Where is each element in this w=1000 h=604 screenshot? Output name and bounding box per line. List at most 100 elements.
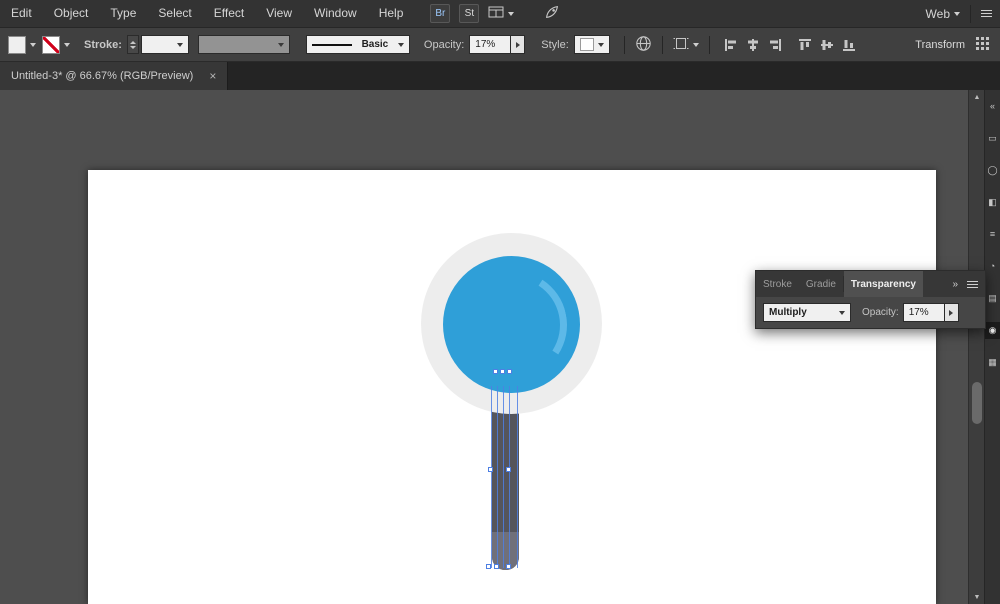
align-horizontal-right-button[interactable]: [764, 34, 786, 56]
scroll-up-button[interactable]: ▲: [969, 90, 985, 104]
chevron-down-icon: [30, 42, 36, 47]
menu-item-view[interactable]: View: [255, 0, 303, 27]
flyout-arrow-icon: [515, 41, 520, 48]
graphic-style-dropdown[interactable]: [573, 35, 610, 54]
align-vertical-top-button[interactable]: [794, 34, 816, 56]
selection-guide-line: [491, 386, 492, 568]
stepper-up-icon: [129, 40, 136, 44]
tab-gradient[interactable]: Gradie: [799, 271, 843, 297]
dock-panel-icon-1[interactable]: ▭: [985, 130, 1000, 147]
scroll-down-button[interactable]: ▼: [969, 590, 985, 604]
dock-panel-icon-3[interactable]: ◧: [985, 194, 1000, 211]
panel-opacity-input[interactable]: [902, 303, 945, 322]
divider: [623, 35, 625, 54]
dock-panel-icon-4[interactable]: ≡: [985, 226, 1000, 243]
artboard-options-button[interactable]: [673, 36, 699, 54]
selection-handle[interactable]: [506, 564, 511, 569]
selection-handle[interactable]: [488, 467, 493, 472]
menu-item-type[interactable]: Type: [99, 0, 147, 27]
selection-handle[interactable]: [507, 369, 512, 374]
selection-guide-line: [517, 386, 518, 568]
divider: [970, 4, 971, 23]
panel-icon-dock: « ▭ ◯ ◧ ≡ ◔ ▤ ◉ ▦: [984, 90, 1000, 604]
opacity-input[interactable]: [469, 35, 512, 54]
expand-dock-icon[interactable]: «: [985, 98, 1000, 115]
tab-transparency[interactable]: Transparency: [843, 271, 923, 297]
style-label: Style:: [541, 38, 569, 51]
document-setup-globe-icon[interactable]: [635, 35, 652, 55]
flyout-arrow-icon: [949, 309, 954, 316]
blend-mode-value: Multiply: [769, 307, 807, 318]
dock-panel-icon-8[interactable]: ▦: [985, 354, 1000, 371]
stock-button[interactable]: St: [459, 4, 480, 23]
scrollbar-thumb[interactable]: [972, 382, 982, 424]
collapse-panel-icon[interactable]: »: [952, 279, 958, 290]
arrange-documents-button[interactable]: [488, 6, 515, 21]
selection-guide-line: [503, 386, 504, 568]
fill-color-dropdown[interactable]: [8, 35, 36, 54]
transform-grid-icon[interactable]: [975, 36, 990, 54]
dock-panel-icon-2[interactable]: ◯: [985, 162, 1000, 179]
menu-item-edit[interactable]: Edit: [0, 0, 43, 27]
variable-width-profile-dropdown[interactable]: [197, 35, 290, 54]
gpu-performance-icon[interactable]: [545, 5, 559, 22]
align-vertical-center-button[interactable]: [816, 34, 838, 56]
dock-panel-icon-5[interactable]: ◔: [985, 258, 1000, 275]
stroke-none-swatch-icon: [42, 35, 60, 54]
stepper-down-icon: [129, 45, 136, 49]
opacity-flyout-button[interactable]: [511, 35, 526, 54]
workspace-label: Web: [925, 6, 950, 21]
arrange-documents-icon: [488, 6, 504, 21]
stroke-weight-stepper[interactable]: [126, 35, 139, 54]
dock-panel-icon-transparency[interactable]: ◉: [984, 322, 1000, 339]
chevron-down-icon: [397, 42, 404, 47]
selection-guide-line: [509, 386, 510, 568]
transform-cluster: Transform: [915, 36, 1000, 54]
document-tab-bar: Untitled-3* @ 66.67% (RGB/Preview) ×: [0, 62, 1000, 90]
menu-item-help[interactable]: Help: [368, 0, 415, 27]
brush-name: Basic: [361, 39, 389, 50]
blend-mode-dropdown[interactable]: Multiply: [763, 303, 851, 322]
brush-definition-dropdown[interactable]: Basic: [305, 35, 410, 54]
panel-opacity-flyout-button[interactable]: [944, 303, 959, 322]
vertical-scrollbar[interactable]: ▲ ▼: [968, 90, 984, 604]
transparency-panel: Stroke Gradie Transparency » Multiply Op…: [755, 270, 986, 329]
close-tab-icon[interactable]: ×: [209, 70, 216, 82]
bridge-button[interactable]: Br: [430, 4, 451, 23]
divider: [661, 35, 663, 54]
dock-panel-icon-6[interactable]: ▤: [985, 290, 1000, 307]
canvas-workspace[interactable]: Stroke Gradie Transparency » Multiply Op…: [0, 90, 1000, 604]
opacity-label: Opacity:: [423, 38, 465, 51]
illustrator-window: Edit Object Type Select Effect View Wind…: [0, 0, 1000, 604]
menu-item-select[interactable]: Select: [147, 0, 202, 27]
document-tab-title: Untitled-3* @ 66.67% (RGB/Preview): [11, 70, 194, 82]
stroke-label: Stroke:: [84, 38, 122, 51]
align-vertical-bottom-button[interactable]: [838, 34, 860, 56]
menu-item-object[interactable]: Object: [43, 0, 100, 27]
chevron-down-icon: [839, 310, 845, 315]
chevron-down-icon: [954, 11, 960, 16]
menu-item-effect[interactable]: Effect: [203, 0, 255, 27]
stroke-color-dropdown[interactable]: [42, 35, 70, 54]
menu-bar-right: Web: [926, 4, 1000, 23]
align-horizontal-left-button[interactable]: [720, 34, 742, 56]
selection-handle[interactable]: [486, 564, 491, 569]
selection-handle[interactable]: [506, 467, 511, 472]
menu-item-window[interactable]: Window: [303, 0, 368, 27]
stroke-weight-dropdown[interactable]: [140, 35, 189, 54]
chevron-down-icon: [176, 42, 183, 47]
panel-menu-icon[interactable]: [967, 280, 978, 288]
selection-handle[interactable]: [500, 369, 505, 374]
selection-handle[interactable]: [493, 369, 498, 374]
chevron-down-icon: [597, 42, 604, 47]
workspace-switcher[interactable]: Web: [926, 7, 960, 21]
selection-handle[interactable]: [494, 564, 499, 569]
tab-stroke[interactable]: Stroke: [756, 271, 799, 297]
transform-panel-link[interactable]: Transform: [915, 39, 965, 51]
chevron-down-icon: [508, 11, 515, 16]
app-bar-menu-icon[interactable]: [981, 10, 992, 17]
document-tab[interactable]: Untitled-3* @ 66.67% (RGB/Preview) ×: [0, 62, 229, 90]
divider: [708, 35, 710, 54]
align-horizontal-center-button[interactable]: [742, 34, 764, 56]
app-bar-tools: Br St: [430, 4, 559, 23]
